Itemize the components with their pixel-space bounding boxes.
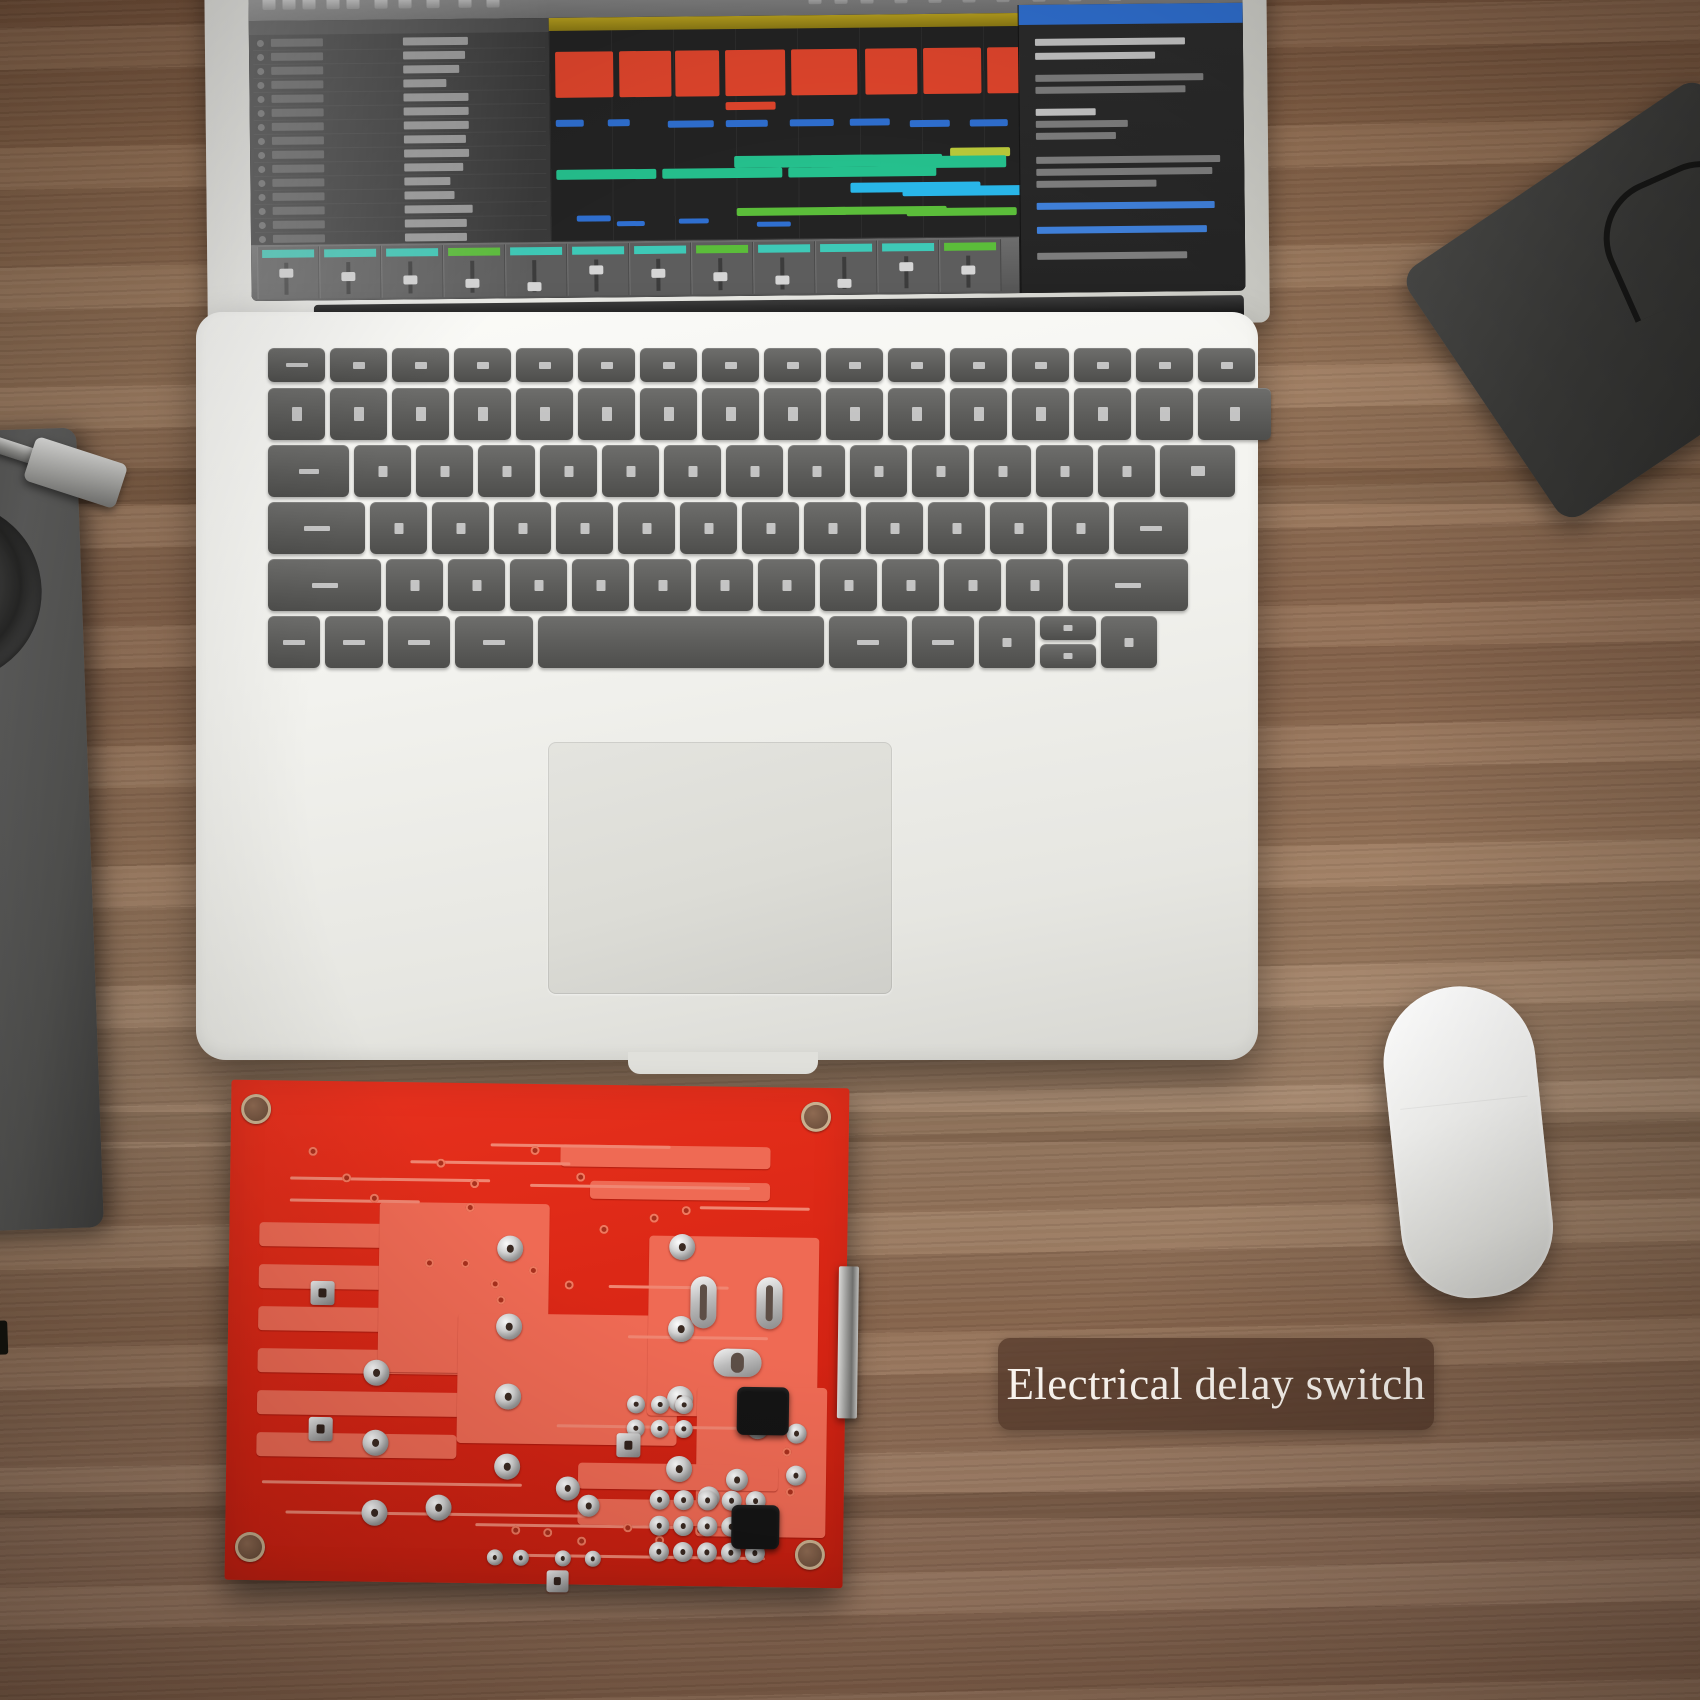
product-photo-scene: Electrical delay switch xyxy=(0,0,1700,1700)
vignette-overlay xyxy=(0,0,1700,1700)
